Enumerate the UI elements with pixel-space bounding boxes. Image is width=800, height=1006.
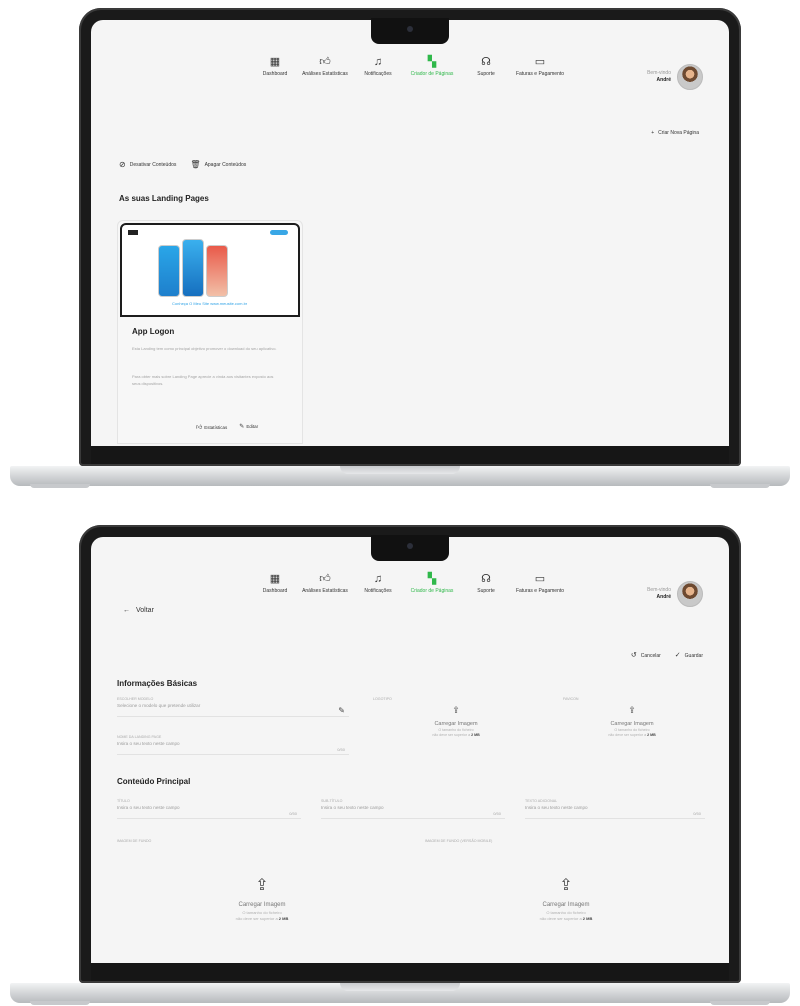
trash-icon: 🗑︎ — [190, 160, 201, 169]
user-name: André — [656, 594, 671, 600]
card-icon: ▭ — [534, 56, 546, 68]
bulk-actions: ⊘ Desativar Conteúdos 🗑︎ Apagar Conteúdos — [119, 160, 246, 169]
pencil-icon[interactable]: ✎ — [338, 706, 345, 715]
headset-icon: ☊ — [481, 56, 491, 68]
nav-dashboard[interactable]: ▦ Dashboard — [251, 56, 299, 77]
form-actions: ↺ Cancelar ✓ Guardar — [631, 651, 703, 659]
arrow-left-icon: ← — [123, 607, 130, 614]
upload-icon: ⇪ — [628, 705, 636, 715]
app-screen-editor: ← Voltar ▦ Dashboard 👍︎ Análises Estatístic… — [91, 537, 729, 963]
thumb-cta: Conheça O Meu Site www.meusite.com.br — [172, 301, 248, 306]
pages-icon: ▚ — [427, 573, 437, 585]
background-image-upload[interactable]: IMAGEM DE FUNDO ⇪ Carregar Imagem O tama… — [117, 839, 407, 963]
char-counter: 0/50 — [337, 747, 345, 752]
bell-icon: ♫ — [373, 56, 383, 68]
user-menu[interactable]: Bem-vindo André — [647, 581, 703, 607]
card-description: Esta Landing tem como principal objetivo… — [132, 346, 277, 351]
nav-notifications[interactable]: ♫ Notificações — [351, 56, 405, 77]
card-description: Para obter mais sobre Landing Page aprec… — [132, 374, 274, 386]
avatar[interactable] — [677, 581, 703, 607]
landing-card[interactable]: Conheça O Meu Site www.meusite.com.br Ap… — [117, 220, 303, 444]
grid-icon: ▦ — [269, 573, 281, 585]
edit-button[interactable]: ✎ Editar — [239, 423, 258, 431]
camera-notch — [371, 535, 449, 561]
template-select[interactable]: ESCOLHER MODELO Selecione o modelo que p… — [117, 697, 349, 717]
laptop-base — [10, 466, 790, 486]
undo-icon: ↺ — [630, 652, 637, 659]
create-page-button[interactable]: + Criar Nova Página — [651, 130, 703, 136]
plus-icon: + — [651, 130, 655, 136]
extra-text-input[interactable]: TEXTO ADICIONAL Insira o seu texto neste… — [525, 799, 705, 819]
nav-dashboard[interactable]: ▦ Dashboard — [251, 573, 299, 594]
nav-analytics[interactable]: 👍︎ Análises Estatísticas — [299, 573, 351, 594]
user-name: André — [656, 77, 671, 83]
logo-upload[interactable]: LOGOTIPO ⇪ Carregar Imagem O tamanho do … — [373, 697, 539, 757]
upload-icon: ⇪ — [559, 877, 573, 894]
title-input[interactable]: TÍTULO Insira o seu texto neste campo 0/… — [117, 799, 301, 819]
nav-page-builder[interactable]: ▚ Criador de Páginas — [405, 56, 459, 77]
camera-notch — [371, 18, 449, 44]
user-greeting: Bem-vindo — [647, 587, 671, 593]
nav-support[interactable]: ☊ Suporte — [459, 56, 513, 77]
char-counter: 0/50 — [693, 811, 701, 816]
thumb-button — [270, 230, 288, 235]
nav-page-builder[interactable]: ▚ Criador de Páginas — [405, 573, 459, 594]
favicon-upload[interactable]: FAVICON ⇪ Carregar Imagem O tamanho do f… — [563, 697, 701, 757]
thumbs-up-icon: 👍︎ — [196, 425, 203, 431]
laptop-bezel — [91, 963, 729, 981]
phone-mockup — [182, 239, 204, 297]
landing-thumbnail[interactable]: Conheça O Meu Site www.meusite.com.br — [120, 223, 300, 317]
main-nav: ▦ Dashboard 👍︎ Análises Estatísticas ♫ Noti… — [251, 56, 567, 77]
nav-billing[interactable]: ▭ Faturas e Pagamento — [513, 573, 567, 594]
phone-mockup — [206, 245, 228, 297]
headset-icon: ☊ — [481, 573, 491, 585]
avatar[interactable] — [677, 64, 703, 90]
deactivate-button[interactable]: ⊘ Desativar Conteúdos — [119, 160, 176, 169]
grid-icon: ▦ — [269, 56, 281, 68]
laptop-bezel — [91, 446, 729, 464]
upload-icon: ⇪ — [255, 877, 269, 894]
pages-icon: ▚ — [427, 56, 437, 68]
check-icon: ✓ — [674, 652, 681, 659]
main-nav: ▦ Dashboard 👍︎ Análises Estatísticas ♫ Noti… — [251, 573, 567, 594]
cancel-button[interactable]: ↺ Cancelar — [631, 651, 661, 659]
user-greeting: Bem-vindo — [647, 70, 671, 76]
save-button[interactable]: ✓ Guardar — [675, 651, 703, 659]
laptop-lid: ▦ Dashboard 👍︎ Análises Estatísticas ♫ Noti… — [79, 8, 741, 466]
char-counter: 0/50 — [493, 811, 501, 816]
section-title: As suas Landing Pages — [119, 194, 209, 203]
stats-button[interactable]: 👍︎ Estatísticas — [196, 423, 227, 431]
thumbs-up-icon: 👍︎ — [319, 573, 331, 585]
main-content-title: Conteúdo Principal — [117, 777, 191, 786]
subtitle-input[interactable]: SUB-TÍTULO Insira o seu texto neste camp… — [321, 799, 505, 819]
card-title: App Logon — [132, 327, 175, 336]
eye-off-icon: ⊘ — [119, 160, 126, 169]
basic-info-title: Informações Básicas — [117, 679, 198, 688]
delete-button[interactable]: 🗑︎ Apagar Conteúdos — [190, 160, 246, 169]
bell-icon: ♫ — [373, 573, 383, 585]
laptop-lid: ← Voltar ▦ Dashboard 👍︎ Análises Estatístic… — [79, 525, 741, 983]
nav-notifications[interactable]: ♫ Notificações — [351, 573, 405, 594]
mobile-background-upload[interactable]: IMAGEM DE FUNDO (VERSÃO MOBILE) ⇪ Carreg… — [425, 839, 707, 963]
app-screen-landing-list: ▦ Dashboard 👍︎ Análises Estatísticas ♫ Noti… — [91, 20, 729, 446]
thumbs-up-icon: 👍︎ — [319, 56, 331, 68]
card-icon: ▭ — [534, 573, 546, 585]
card-actions: 👍︎ Estatísticas ✎ Editar — [196, 423, 258, 431]
nav-analytics[interactable]: 👍︎ Análises Estatísticas — [299, 56, 351, 77]
phone-mockup — [158, 245, 180, 297]
user-menu[interactable]: Bem-vindo André — [647, 64, 703, 90]
landing-name-input[interactable]: NOME DA LANDING PAGE Insira o seu texto … — [117, 735, 349, 755]
back-button[interactable]: ← Voltar — [123, 607, 160, 614]
upload-icon: ⇪ — [452, 705, 460, 715]
char-counter: 0/50 — [289, 811, 297, 816]
thumb-logo — [128, 230, 138, 235]
pencil-icon: ✎ — [239, 424, 245, 430]
nav-billing[interactable]: ▭ Faturas e Pagamento — [513, 56, 567, 77]
laptop-base — [10, 983, 790, 1003]
nav-support[interactable]: ☊ Suporte — [459, 573, 513, 594]
